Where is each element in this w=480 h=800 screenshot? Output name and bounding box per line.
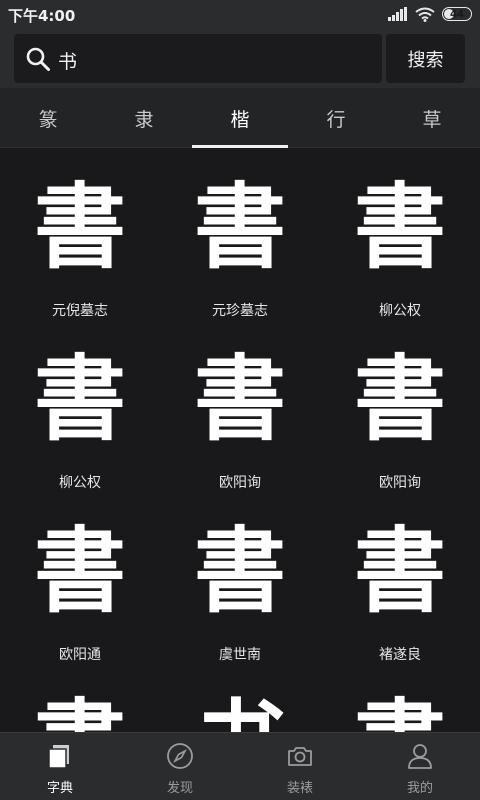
battery-icon: 44	[442, 7, 472, 21]
calligraphy-glyph: 書	[320, 685, 480, 733]
calligraphy-card[interactable]: 書元倪墓志	[0, 149, 160, 321]
person-icon	[408, 744, 432, 769]
calligraphy-glyph: 書	[0, 685, 160, 733]
compass-icon	[167, 743, 193, 769]
battery-level-text: 44	[450, 8, 464, 20]
calligraphy-glyph: 書	[353, 172, 446, 281]
calligraphy-card[interactable]: 書褚遂良	[320, 493, 480, 665]
wifi-icon	[415, 7, 435, 22]
calligraphy-card[interactable]: 書欧阳通	[0, 493, 160, 665]
calligraphy-card[interactable]: 書	[0, 665, 160, 733]
signal-icon	[388, 7, 407, 21]
search-bar: 书 搜索	[0, 28, 480, 88]
calligrapher-label: 柳公权	[379, 303, 421, 319]
nav-label: 发现	[166, 781, 193, 796]
calligraphy-glyph: 書	[33, 172, 126, 281]
tab-script-3[interactable]: 行	[288, 88, 384, 148]
calligraphy-glyph: 書	[193, 516, 286, 625]
dictionary-icon	[48, 745, 69, 769]
nav-label: 字典	[46, 781, 73, 796]
status-icons: 44	[388, 6, 472, 22]
calligrapher-label: 欧阳通	[59, 647, 101, 663]
status-time: 下午4:00	[8, 7, 76, 25]
calligraphy-grid: 書元倪墓志書元珍墓志書柳公权書柳公权書欧阳询書欧阳询書欧阳通書虞世南書褚遂良書书…	[0, 149, 480, 733]
calligraphy-glyph: 書	[33, 344, 126, 453]
tab-script-4[interactable]: 草	[384, 88, 480, 148]
calligraphy-glyph: 書	[353, 516, 446, 625]
calligraphy-card[interactable]: 書元珍墓志	[160, 149, 320, 321]
nav-label: 装裱	[286, 781, 313, 796]
calligraphy-card[interactable]: 書欧阳询	[320, 321, 480, 493]
calligrapher-label: 元倪墓志	[52, 303, 108, 319]
camera-icon	[288, 747, 312, 766]
calligrapher-label: 元珍墓志	[212, 303, 268, 319]
calligraphy-glyph: 書	[353, 344, 446, 453]
tab-script-2[interactable]: 楷	[192, 88, 288, 148]
calligraphy-glyph: 書	[193, 344, 286, 453]
bottom-nav: 字典 发现 装裱 我的	[0, 732, 480, 800]
tab-script-1[interactable]: 隶	[96, 88, 192, 148]
nav-label: 我的	[406, 781, 433, 796]
calligraphy-card[interactable]: 書欧阳询	[160, 321, 320, 493]
calligraphy-card[interactable]: 書柳公权	[320, 149, 480, 321]
search-input[interactable]: 书	[14, 34, 382, 83]
search-query: 书	[58, 51, 78, 73]
nav-dictionary[interactable]: 字典	[0, 733, 120, 800]
nav-profile[interactable]: 我的	[360, 733, 480, 800]
calligrapher-label: 欧阳询	[379, 475, 421, 491]
script-style-tabs: 篆隶楷行草	[0, 88, 480, 148]
status-bar: 下午4:00 44	[0, 0, 480, 28]
calligrapher-label: 褚遂良	[379, 647, 421, 663]
nav-discover[interactable]: 发现	[120, 733, 240, 800]
tab-script-0[interactable]: 篆	[0, 88, 96, 148]
calligraphy-glyph: 書	[33, 516, 126, 625]
calligrapher-label: 柳公权	[59, 475, 101, 491]
calligraphy-card[interactable]: 書虞世南	[160, 493, 320, 665]
calligraphy-card[interactable]: 書柳公权	[0, 321, 160, 493]
calligraphy-card[interactable]: 書	[320, 665, 480, 733]
calligraphy-glyph: 书	[160, 685, 320, 733]
search-button[interactable]: 搜索	[386, 34, 465, 83]
search-icon	[26, 47, 50, 71]
calligrapher-label: 欧阳询	[219, 475, 261, 491]
calligraphy-card[interactable]: 书	[160, 665, 320, 733]
nav-mounting[interactable]: 装裱	[240, 733, 360, 800]
calligrapher-label: 虞世南	[219, 647, 261, 663]
calligraphy-glyph: 書	[193, 172, 286, 281]
